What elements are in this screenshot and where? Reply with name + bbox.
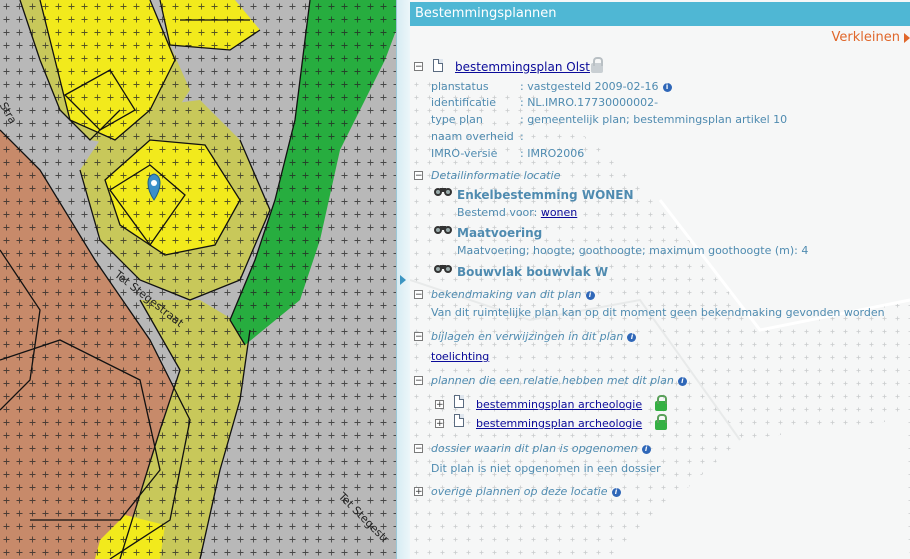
relaties-title[interactable]: plannen die een relatie hebben met dit p…: [431, 374, 687, 387]
field-label: planstatus: [431, 80, 489, 93]
lock-icon: [655, 395, 667, 411]
overige-title[interactable]: overige plannen op deze locatie i: [431, 485, 621, 498]
wonen-link[interactable]: wonen: [541, 206, 577, 219]
field-value: : vastgesteld 2009-02-16 i: [520, 80, 672, 93]
collapse-arrow-icon: [904, 32, 910, 43]
field-label: type plan: [431, 113, 483, 126]
info-icon[interactable]: i: [627, 332, 637, 342]
document-icon: [454, 414, 464, 427]
map-view[interactable]: Tet Stegestraat Tet Stegestr Stra: [0, 0, 400, 559]
field-label: identificatie: [431, 96, 497, 109]
field-value: : NL.IMRO.17730000002-: [520, 96, 659, 109]
binoculars-icon: [434, 265, 452, 273]
relaties-title-text: plannen die een relatie hebben met dit p…: [431, 374, 674, 387]
detail-item-title: Maatvoering: [457, 226, 543, 240]
bekendmaking-toggle[interactable]: −: [414, 290, 423, 300]
bekendmaking-title[interactable]: bekendmaking van dit plan i: [431, 288, 595, 301]
detail-section-title[interactable]: Detailinformatie locatie: [431, 169, 560, 182]
field-label: naam overheid: [431, 130, 514, 143]
document-icon: [433, 59, 443, 72]
map-canvas[interactable]: [0, 0, 400, 559]
overige-title-text: overige plannen op deze locatie: [431, 485, 608, 498]
collapse-button[interactable]: Verkleinen: [832, 30, 910, 45]
field-value: : IMRO2006: [520, 147, 585, 160]
toelichting-link[interactable]: toelichting: [431, 350, 489, 363]
detail-desc-prefix: Bestemd voor:: [457, 206, 541, 219]
dossier-title[interactable]: dossier waarin dit plan is opgenomen i: [431, 442, 651, 455]
splitter-arrow-icon[interactable]: [400, 275, 406, 285]
bijlagen-title[interactable]: bijlagen en verwijzingen in dit plan i: [431, 330, 637, 343]
overige-toggle[interactable]: +: [414, 487, 423, 497]
info-panel: Bestemmingsplannen Verkleinen − bestemmi…: [410, 0, 910, 559]
plan-toggle[interactable]: −: [414, 62, 423, 72]
field-value: :: [520, 130, 524, 143]
binoculars-icon: [434, 188, 452, 196]
info-icon[interactable]: i: [677, 376, 687, 386]
plan-link[interactable]: bestemmingsplan Olst: [455, 60, 590, 74]
relatie-toggle[interactable]: +: [435, 400, 444, 410]
field-label: IMRO-versie: [431, 147, 498, 160]
info-icon[interactable]: i: [585, 290, 595, 300]
binoculars-icon: [434, 226, 452, 234]
bijlagen-toggle[interactable]: −: [414, 332, 423, 342]
field-value: : gemeentelijk plan; bestemmingsplan art…: [520, 113, 788, 126]
lock-icon: [591, 57, 603, 73]
relatie-plan-link[interactable]: bestemmingsplan archeologie: [476, 417, 642, 430]
relaties-toggle[interactable]: −: [414, 376, 423, 386]
detail-item-desc: Maatvoering; hoogte; goothoogte; maximum…: [457, 244, 809, 257]
collapse-label: Verkleinen: [831, 30, 900, 45]
dossier-title-text: dossier waarin dit plan is opgenomen: [431, 442, 638, 455]
panel-title: Bestemmingsplannen: [410, 2, 910, 26]
dossier-toggle[interactable]: −: [414, 444, 423, 454]
relatie-plan-link[interactable]: bestemmingsplan archeologie: [476, 398, 642, 411]
info-icon[interactable]: i: [641, 444, 651, 454]
dossier-text: Dit plan is niet opgenomen in een dossie…: [431, 462, 661, 475]
info-icon[interactable]: i: [662, 82, 672, 92]
document-icon: [454, 395, 464, 408]
bekendmaking-text: Van dit ruimtelijke plan kan op dit mome…: [431, 306, 885, 319]
detail-toggle[interactable]: −: [414, 171, 423, 181]
info-icon[interactable]: i: [611, 487, 621, 497]
planstatus-value: : vastgesteld 2009-02-16: [520, 80, 659, 93]
detail-item-title: Bouwvlak bouwvlak W: [457, 265, 609, 279]
bekendmaking-title-text: bekendmaking van dit plan: [431, 288, 582, 301]
relatie-toggle[interactable]: +: [435, 419, 444, 429]
bijlagen-title-text: bijlagen en verwijzingen in dit plan: [431, 330, 624, 343]
detail-item-title: Enkelbestemming WONEN: [457, 188, 634, 202]
lock-icon: [655, 414, 667, 430]
map-pattern: [0, 0, 400, 559]
detail-item-desc: Bestemd voor: wonen: [457, 206, 577, 219]
